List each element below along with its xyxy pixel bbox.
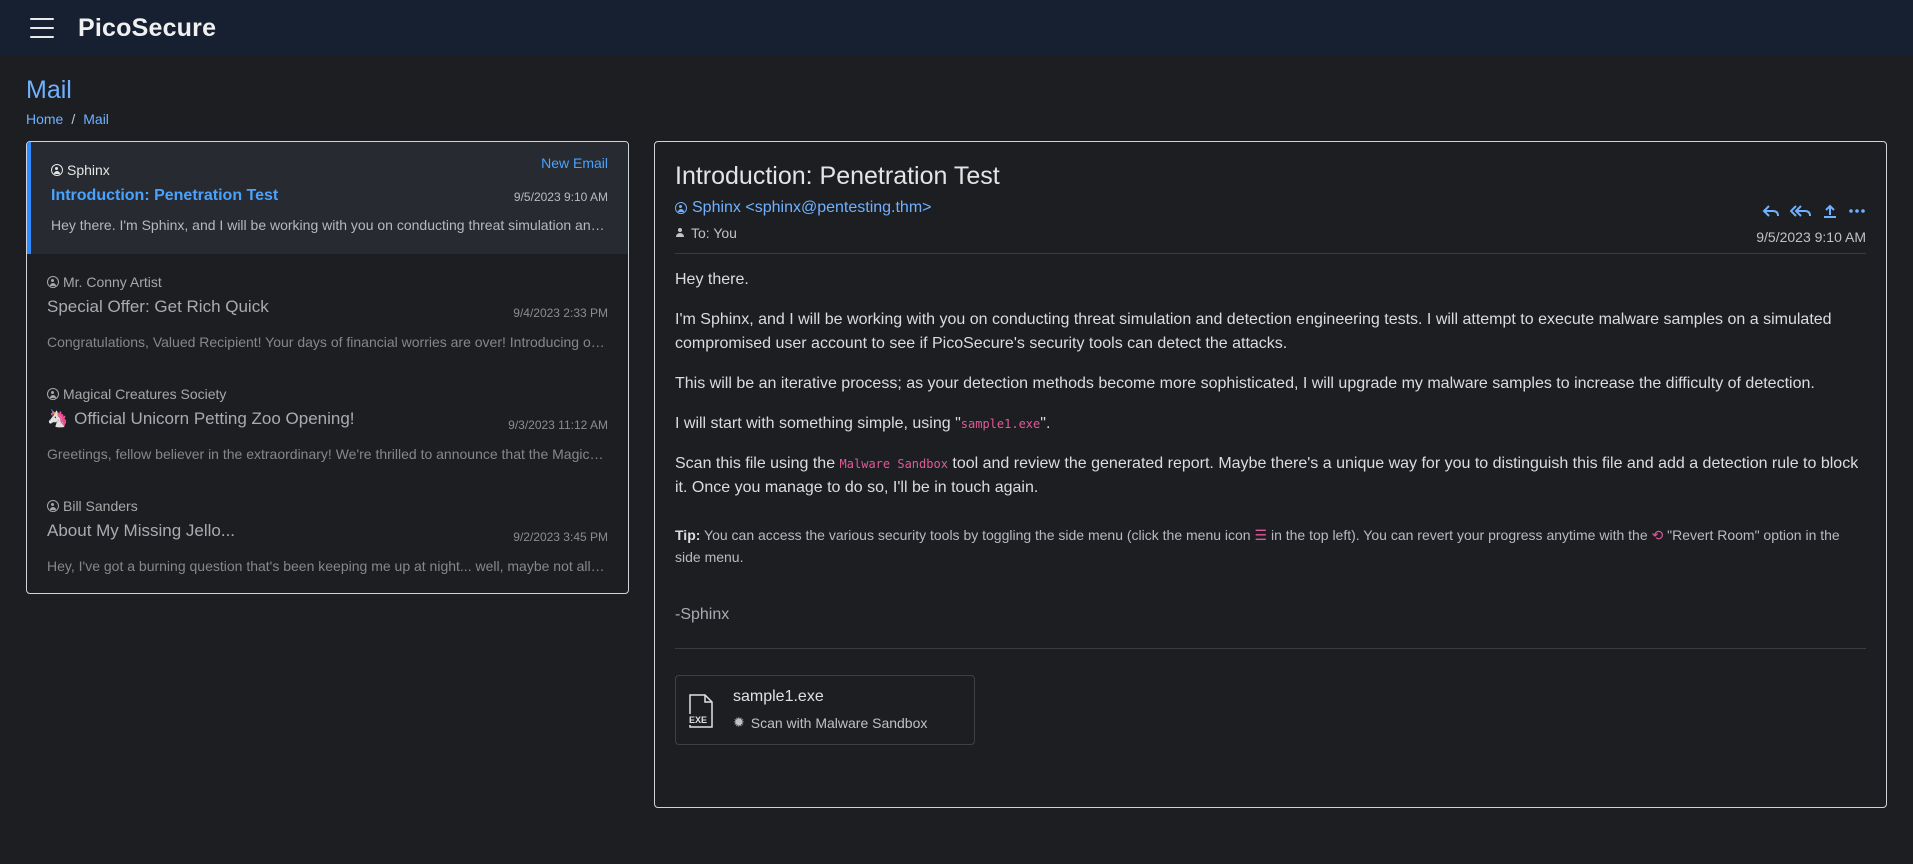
mail-sender: Sphinx [67,162,110,178]
body-greeting: Hey there. [675,271,749,288]
mail-date: 9/5/2023 9:10 AM [513,190,608,204]
mail-preview: Hey there. I'm Sphinx, and I will be wor… [51,217,608,233]
reader-to: To: You [691,225,737,241]
menu-icon[interactable] [30,18,54,38]
reader-subject: Introduction: Penetration Test [675,162,1000,190]
reader-body: Hey there. I'm Sphinx, and I will be wor… [675,268,1866,500]
attachment-card[interactable]: EXE sample1.exe ✹ Scan with Malware Sandb… [675,675,975,745]
user-circle-icon [47,276,59,288]
reply-all-icon[interactable] [1789,204,1812,223]
body-paragraph: This will be an iterative process; as yo… [675,375,1815,392]
person-icon [675,228,685,238]
user-circle-icon [51,164,63,176]
user-circle-icon [675,202,687,214]
reader-from[interactable]: Sphinx <sphinx@pentesting.thm> [692,199,932,217]
mail-list-item[interactable]: Sphinx New Email Introduction: Penetrati… [27,142,628,254]
mail-sender: Magical Creatures Society [63,386,227,402]
body-paragraph: I will start with something simple, usin… [675,415,1051,432]
mail-list-item[interactable]: Mr. Conny Artist Special Offer: Get Rich… [27,254,628,366]
mail-subject: About My Missing Jello... [47,521,236,540]
mail-sender: Mr. Conny Artist [63,274,162,290]
menu-icon: ☰ [1254,527,1268,543]
more-icon[interactable] [1848,204,1866,223]
mail-preview: Greetings, fellow believer in the extrao… [47,446,608,462]
mail-date: 9/2/2023 3:45 PM [513,530,608,544]
forward-icon[interactable] [1822,204,1838,223]
unicorn-icon: 🦄 [47,409,69,428]
mail-date: 9/3/2023 11:12 AM [508,418,608,432]
mail-reader: Introduction: Penetration Test Sphinx <s… [654,141,1887,808]
exe-file-icon: EXE [688,694,713,728]
tip-label: Tip: [675,527,701,543]
breadcrumb-mail[interactable]: Mail [83,111,109,127]
mail-subject: Special Offer: Get Rich Quick [47,297,269,316]
inline-code-tool: Malware Sandbox [839,457,948,471]
revert-icon: ⟲ [1651,527,1664,543]
page-header: Mail Home / Mail [0,56,1913,127]
mail-list-item[interactable]: Magical Creatures Society 🦄 Official Unic… [27,366,628,478]
mail-list: Sphinx New Email Introduction: Penetrati… [26,141,629,594]
top-bar: PicoSecure [0,0,1913,56]
user-circle-icon [47,500,59,512]
reader-actions [1762,204,1866,223]
new-email-button[interactable]: New Email [541,155,608,171]
page-title: Mail [26,76,72,104]
mail-sender: Bill Sanders [63,498,138,514]
body-paragraph: I'm Sphinx, and I will be working with y… [675,311,1832,352]
mail-preview: Congratulations, Valued Recipient! Your … [47,334,608,350]
signature: -Sphinx [675,606,730,623]
brand-name[interactable]: PicoSecure [78,14,216,43]
virus-icon: ✹ [733,714,745,730]
reader-date: 9/5/2023 9:10 AM [1756,229,1866,245]
tip-text: Tip: You can access the various security… [675,527,1840,565]
user-circle-icon [47,388,59,400]
breadcrumb-home[interactable]: Home [26,111,63,127]
body-paragraph: Scan this file using the Malware Sandbox… [675,455,1859,496]
breadcrumb: Home / Mail [26,111,109,127]
mail-date: 9/4/2023 2:33 PM [513,306,608,320]
mail-subject: Introduction: Penetration Test [51,187,279,204]
mail-subject: Official Unicorn Petting Zoo Opening! [74,409,355,428]
mail-list-item[interactable]: Bill Sanders About My Missing Jello... 9… [27,478,628,590]
reply-icon[interactable] [1762,204,1780,223]
mail-preview: Hey, I've got a burning question that's … [47,558,608,574]
inline-code-filename: sample1.exe [960,417,1041,431]
file-type-label: EXE [689,715,707,725]
divider [675,648,1866,649]
attachment-name: sample1.exe [733,688,824,705]
divider [675,253,1866,254]
scan-sandbox-link[interactable]: Scan with Malware Sandbox [751,715,928,731]
